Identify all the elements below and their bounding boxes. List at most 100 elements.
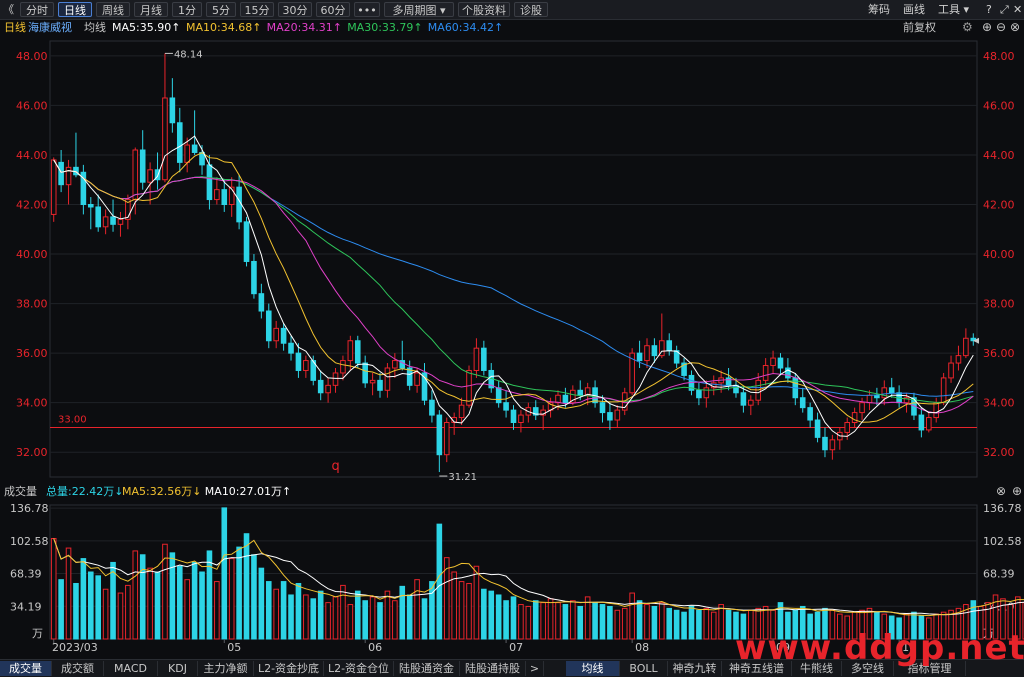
watermark: www.ddgp.net <box>735 628 1024 668</box>
tab-4[interactable]: 1分 <box>172 2 202 17</box>
candle-body <box>392 360 398 369</box>
more-indicators-button[interactable]: > <box>526 661 544 676</box>
overlay-tab-0[interactable]: 均线 <box>566 661 620 676</box>
indicator-tab-2[interactable]: MACD <box>104 661 158 676</box>
indicator-tab-8[interactable]: 陆股通持股 <box>460 661 526 676</box>
volume-bar <box>384 590 391 640</box>
candle-body <box>495 387 502 404</box>
volume-settings-icon: ⊕ <box>1012 484 1022 498</box>
candle-body <box>881 387 888 399</box>
volume-bar <box>243 533 250 640</box>
volume-bar <box>102 588 109 640</box>
toolbar-right-2[interactable]: 工具 ▾ <box>938 2 969 17</box>
tab-9[interactable]: ••• <box>354 2 380 17</box>
candle-body <box>110 216 116 225</box>
candle-body <box>777 357 784 369</box>
tab-0[interactable]: 分时 <box>20 2 54 17</box>
volume-bar <box>80 558 87 640</box>
candle-body <box>50 159 57 215</box>
volume-bar <box>354 590 361 640</box>
toolbar-right-1[interactable]: 画线 <box>903 2 925 17</box>
candle-body <box>443 422 450 456</box>
volume-bar <box>614 609 621 640</box>
volume-bar <box>406 594 413 640</box>
volume-bar <box>251 554 257 640</box>
tab-1[interactable]: 日线 <box>58 2 92 17</box>
help-icon[interactable]: ? <box>986 2 992 17</box>
tab-6[interactable]: 15分 <box>240 2 274 17</box>
volume-bar <box>725 609 732 640</box>
chart-area: 日线 海康威视 均线 MA5:35.90↑ MA10:34.68↑ MA20:34.31↑… <box>0 19 1024 659</box>
indicator-tab-5[interactable]: L2-资金抄底 <box>254 661 324 676</box>
indicator-tab-3[interactable]: KDJ <box>158 661 198 676</box>
kline-ytick-left-3: 42.00 <box>16 199 48 212</box>
candle-body <box>614 409 621 421</box>
candle-body <box>577 389 584 396</box>
kline-ytick-left-8: 32.00 <box>16 446 48 459</box>
candle-body <box>243 221 250 262</box>
back-button[interactable]: 《 <box>3 2 14 17</box>
xtick-label-4: 08 <box>635 641 649 654</box>
candle-body <box>332 372 339 386</box>
candle-body <box>948 362 954 379</box>
volume-bar <box>392 600 398 640</box>
indicator-tab-1[interactable]: 成交额 <box>52 661 104 676</box>
tab-5[interactable]: 5分 <box>206 2 236 17</box>
candle-body <box>117 218 124 225</box>
indicator-tab-7[interactable]: 陆股通资金 <box>394 661 460 676</box>
candle-body <box>325 384 331 394</box>
volume-bar <box>125 584 131 640</box>
close-panel-icon: ⊗ <box>1010 20 1020 34</box>
candle-body <box>844 422 851 433</box>
candle-body <box>748 399 754 406</box>
candle-body <box>162 97 168 181</box>
fullscreen-icon[interactable]: ⤢ <box>1000 2 1009 17</box>
top-toolbar: 《分时 日线 周线 月线 1分 5分 15分 30分 60分 ••• 多周期图 ▾ 个股资料 诊股 筹码… <box>0 0 1024 20</box>
volume-bar <box>540 602 546 640</box>
volume-bar <box>139 554 146 640</box>
candle-body <box>206 164 213 201</box>
tab-10[interactable]: 多周期图 ▾ <box>384 2 454 17</box>
xtick-label-1: 05 <box>227 641 241 654</box>
kline-ytick-right-4: 40.00 <box>983 248 1015 261</box>
candle-body <box>191 144 198 153</box>
volume-bar <box>696 609 702 640</box>
volume-bar <box>607 605 613 640</box>
overlay-tab-1[interactable]: BOLL <box>620 661 668 676</box>
indicator-tab-0[interactable]: 成交量 <box>0 661 52 676</box>
indicator-tab-4[interactable]: 主力净额 <box>198 661 254 676</box>
tab-12[interactable]: 诊股 <box>514 2 548 17</box>
candle-body <box>829 439 836 451</box>
xtick-label-2: 06 <box>368 641 382 654</box>
volume-bar <box>592 602 598 640</box>
tab-11[interactable]: 个股资料 <box>458 2 510 17</box>
candle-body <box>963 337 969 357</box>
tab-2[interactable]: 周线 <box>96 2 130 17</box>
indicator-tab-6[interactable]: L2-资金仓位 <box>324 661 394 676</box>
volume-bar <box>503 600 509 640</box>
toolbar-right-0[interactable]: 筹码 <box>868 2 890 17</box>
volume-bar <box>466 582 472 640</box>
overlay-tab-2[interactable]: 神奇九转 <box>668 661 722 676</box>
candle-body <box>169 97 176 124</box>
volume-ytick-left-2: 68.39 <box>10 568 42 581</box>
tab-3[interactable]: 月线 <box>134 2 168 17</box>
volume-bar <box>362 600 368 640</box>
candle-body <box>874 394 880 399</box>
kline-ytick-left-4: 40.00 <box>16 248 48 261</box>
candle-body <box>429 399 435 416</box>
candle-body <box>607 412 613 421</box>
volume-bar <box>169 552 176 640</box>
tab-8[interactable]: 60分 <box>316 2 350 17</box>
close-icon[interactable]: ✕ <box>1013 2 1022 17</box>
volume-bar <box>414 579 420 640</box>
volume-bar <box>621 607 628 640</box>
candle-body <box>214 189 220 201</box>
volume-ytick-right-1: 102.58 <box>983 535 1022 548</box>
kline-ytick-right-8: 32.00 <box>983 446 1015 459</box>
volume-bar <box>510 596 517 640</box>
tab-7[interactable]: 30分 <box>278 2 312 17</box>
candle-body <box>377 379 383 391</box>
candle-body <box>696 389 702 399</box>
candle-body <box>273 327 279 342</box>
